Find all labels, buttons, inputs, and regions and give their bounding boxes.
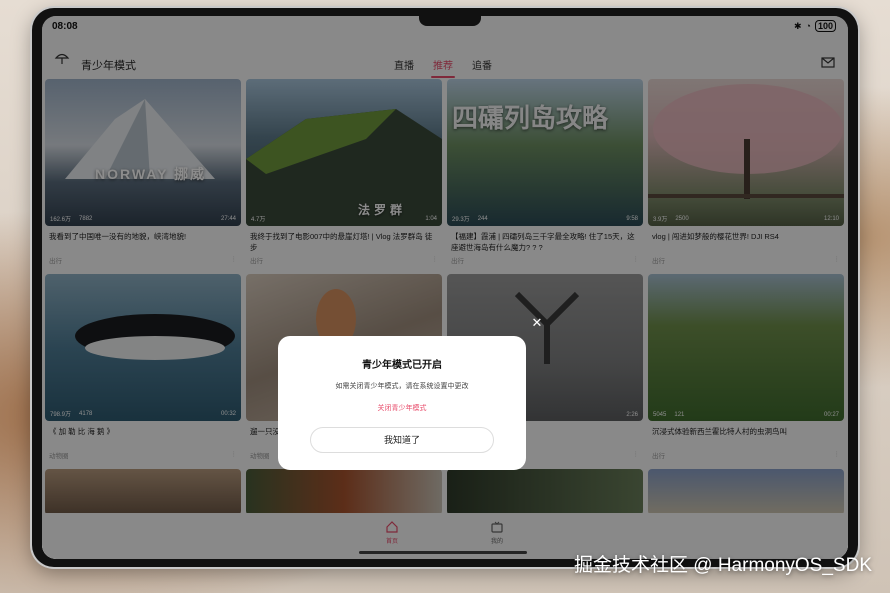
dialog-title: 青少年模式已开启 bbox=[362, 360, 442, 371]
modal-backdrop[interactable] bbox=[42, 16, 848, 559]
watermark: 掘金技术社区 @ HarmonyOS_SDK bbox=[573, 555, 872, 576]
got-it-button[interactable]: 我知道了 bbox=[310, 427, 494, 453]
teen-mode-dialog: 青少年模式已开启 如需关闭青少年模式，请在系统设置中更改 关闭青少年模式 我知道… bbox=[278, 336, 526, 470]
dialog-description: 如需关闭青少年模式，请在系统设置中更改 bbox=[335, 383, 469, 390]
tablet-device: 08:08 ✱ ◔ 100 青少年模式 直播 推荐 追番 NORWAY 挪威 1… bbox=[32, 8, 858, 567]
camera-notch bbox=[419, 16, 481, 26]
close-teen-mode-link[interactable]: 关闭青少年模式 bbox=[278, 403, 526, 413]
close-icon[interactable]: ✕ bbox=[528, 314, 546, 332]
screen: 08:08 ✱ ◔ 100 青少年模式 直播 推荐 追番 NORWAY 挪威 1… bbox=[42, 16, 848, 559]
